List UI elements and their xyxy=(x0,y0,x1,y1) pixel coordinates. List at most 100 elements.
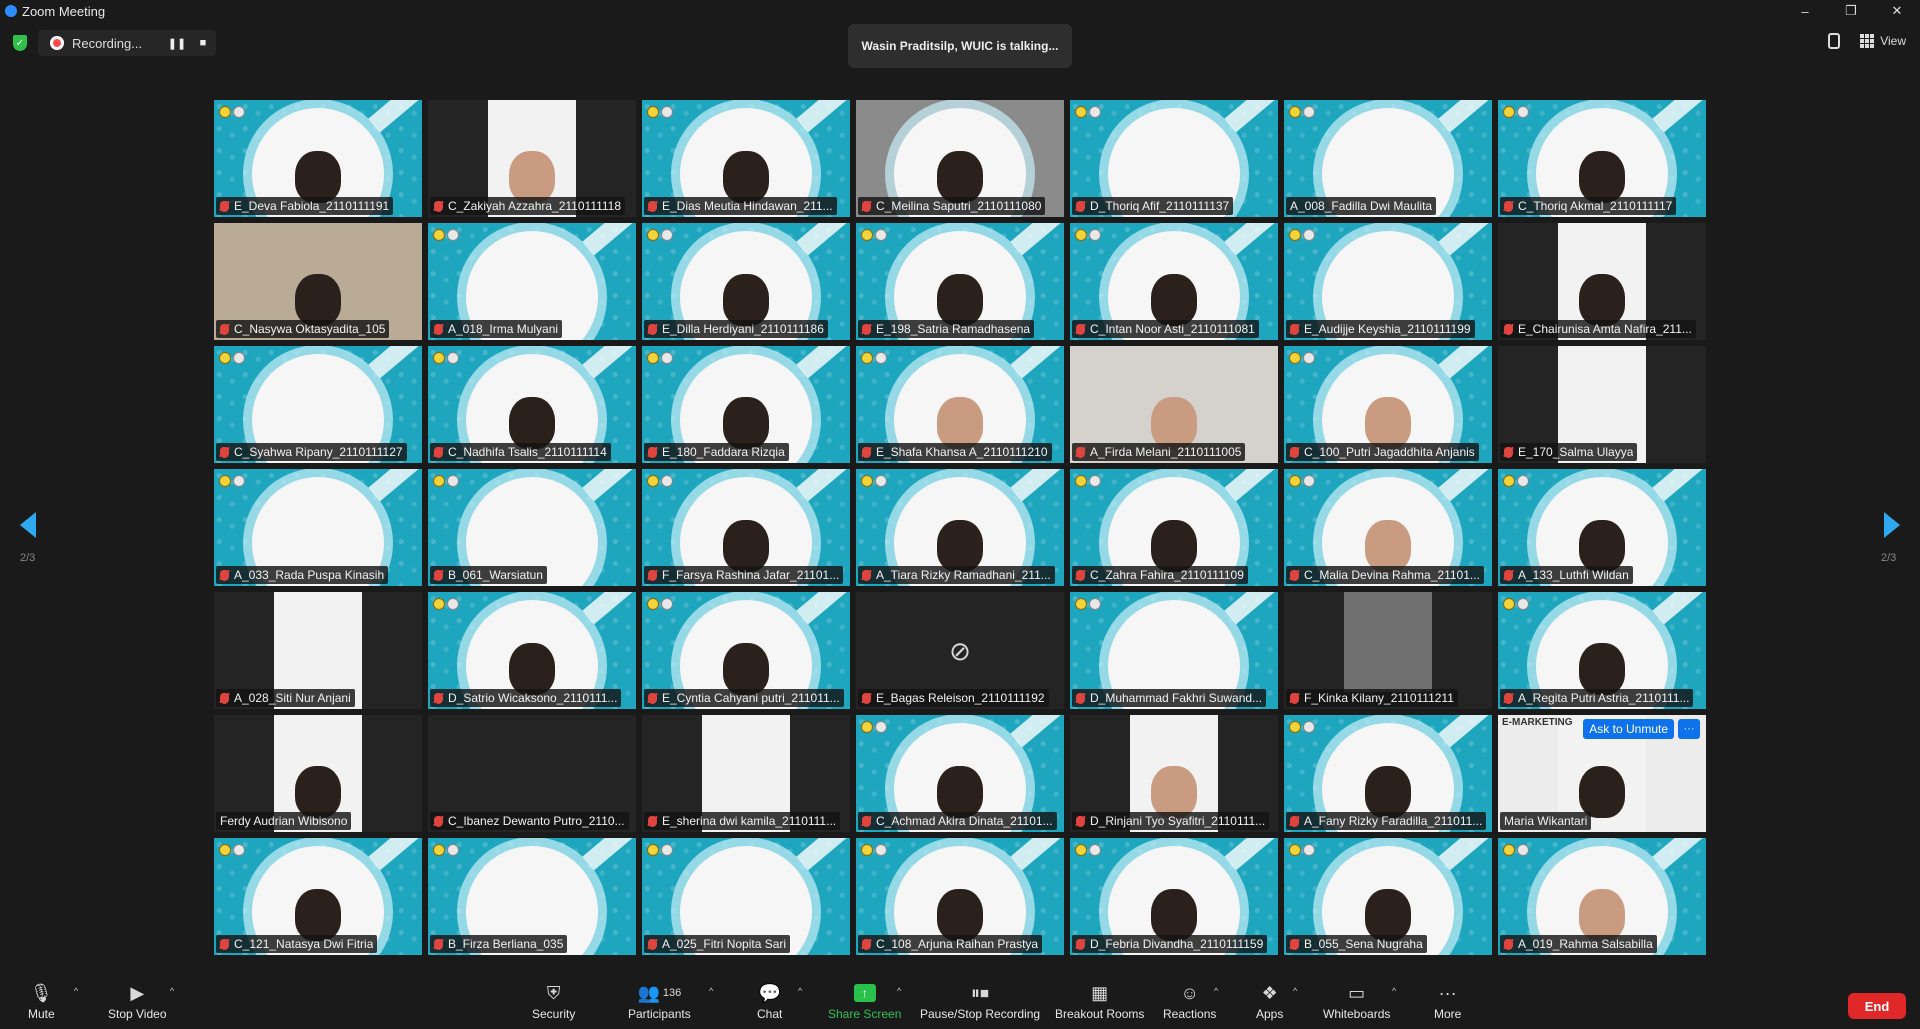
university-logo-icon xyxy=(1289,106,1301,118)
participant-tile[interactable]: A_Fany Rizky Faradilla_211011... xyxy=(1284,715,1492,832)
participant-tile[interactable]: A_018_Irma Mulyani xyxy=(428,223,636,340)
chat-button[interactable]: 💬 Chat xyxy=(757,982,782,1022)
participant-tile[interactable]: C_Thoriq Akmal_2110111117 xyxy=(1498,100,1706,217)
participant-tile[interactable]: D_Rinjani Tyo Syafitri_2110111... xyxy=(1070,715,1278,832)
muted-microphone-icon xyxy=(862,200,871,212)
participant-tile[interactable]: A_028_Siti Nur Anjani xyxy=(214,592,422,709)
participant-tile[interactable]: A_Firda Melani_2110111005 xyxy=(1070,346,1278,463)
participant-tile[interactable]: A_008_Fadilla Dwi Maulita xyxy=(1284,100,1492,217)
previous-page-icon[interactable] xyxy=(20,512,36,538)
participant-tile[interactable]: E_Dias Meutia Hindawan_211... xyxy=(642,100,850,217)
participant-name: E_170_Salma Ulayya xyxy=(1518,445,1634,459)
participant-tile[interactable]: E_180_Faddara Rizqia xyxy=(642,346,850,463)
participant-name-bar: E_Bagas Releison_2110111192 xyxy=(858,689,1049,707)
participant-tile[interactable]: C_Intan Noor Asti_2110111081 xyxy=(1070,223,1278,340)
participant-tile[interactable]: A_Regita Putri Astria_2110111... xyxy=(1498,592,1706,709)
whiteboards-options-chevron-icon[interactable]: ^ xyxy=(1392,986,1396,996)
participant-tile[interactable]: C_100_Putri Jagaddhita Anjanis xyxy=(1284,346,1492,463)
participant-tile[interactable]: B_Firza Berliana_035 xyxy=(428,838,636,955)
participant-tile[interactable]: A_133_Luthfi Wildan xyxy=(1498,469,1706,586)
participant-tile[interactable]: A_033_Rada Puspa Kinasih xyxy=(214,469,422,586)
participant-tile[interactable]: C_Nasywa Oktasyadita_105 xyxy=(214,223,422,340)
participant-tile[interactable]: Ferdy Audrian Wibisono xyxy=(214,715,422,832)
participant-name-bar: A_Tiara Rizky Ramadhani_211... xyxy=(858,566,1055,584)
mute-button[interactable]: 🎙 Mute xyxy=(28,982,55,1022)
participant-tile[interactable]: F_Kinka Kilany_2110111211 xyxy=(1284,592,1492,709)
share-screen-button[interactable]: ↑ Share Screen xyxy=(828,982,901,1021)
tile-more-button[interactable]: ··· xyxy=(1678,719,1700,739)
participant-tile[interactable]: E_170_Salma Ulayya xyxy=(1498,346,1706,463)
video-options-chevron-icon[interactable]: ^ xyxy=(170,986,174,996)
pause-recording-button[interactable]: ❚❚ xyxy=(164,37,190,50)
muted-microphone-icon xyxy=(862,323,871,335)
participant-tile[interactable]: E_Cyntia Cahyani putri_211011... xyxy=(642,592,850,709)
reactions-button[interactable]: ☺ Reactions xyxy=(1163,982,1216,1022)
participant-tile[interactable]: E_Deva Fabiola_2110111191 xyxy=(214,100,422,217)
chat-options-chevron-icon[interactable]: ^ xyxy=(798,986,802,996)
participant-tile[interactable]: E-MARKETING Ask to Unmute ··· Maria Wikanta… xyxy=(1498,715,1706,832)
faculty-logo-icon xyxy=(1303,229,1315,241)
recording-label: Recording... xyxy=(72,35,143,51)
pause-stop-recording-button[interactable]: ⏸⏹ Pause/Stop Recording xyxy=(920,982,1040,1022)
participant-tile[interactable]: A_025_Fitri Nopita Sari xyxy=(642,838,850,955)
stop-recording-button[interactable]: ■ xyxy=(190,37,216,49)
participant-tile[interactable]: B_061_Warsiatun xyxy=(428,469,636,586)
participant-tile[interactable]: D_Thoriq Afif_2110111137 xyxy=(1070,100,1278,217)
close-button[interactable]: ✕ xyxy=(1874,0,1920,22)
participants-options-chevron-icon[interactable]: ^ xyxy=(709,986,713,996)
minimize-button[interactable]: – xyxy=(1782,0,1828,22)
ask-to-unmute-button[interactable]: Ask to Unmute xyxy=(1583,719,1674,739)
participant-tile[interactable]: C_Meilina Saputri_2110111080 xyxy=(856,100,1064,217)
participant-name-bar: A_025_Fitri Nopita Sari xyxy=(644,935,791,953)
restore-button[interactable]: ❐ xyxy=(1828,0,1874,22)
participant-name-bar: C_Ibanez Dewanto Putro_2110... xyxy=(430,812,629,830)
participant-tile[interactable]: C_108_Arjuna Raihan Prastya xyxy=(856,838,1064,955)
participant-tile[interactable]: C_121_Natasya Dwi Fitria xyxy=(214,838,422,955)
participant-tile[interactable]: A_019_Rahma Salsabilla xyxy=(1498,838,1706,955)
share-options-chevron-icon[interactable]: ^ xyxy=(897,986,901,996)
participant-tile[interactable]: E_Dilla Herdiyani_2110111186 xyxy=(642,223,850,340)
participant-tile[interactable]: C_Ibanez Dewanto Putro_2110... xyxy=(428,715,636,832)
participant-tile[interactable]: E_Shafa Khansa A_2110111210 xyxy=(856,346,1064,463)
next-page-icon[interactable] xyxy=(1884,512,1900,538)
faculty-logo-icon xyxy=(1089,106,1101,118)
participant-tile[interactable]: C_Malia Devina Rahma_21101... xyxy=(1284,469,1492,586)
participant-face xyxy=(1151,274,1197,326)
stop-video-button[interactable]: ▶ Stop Video xyxy=(108,982,167,1022)
participant-tile[interactable]: C_Zakiyah Azzahra_2110111118 xyxy=(428,100,636,217)
participant-name-bar: A_Fany Rizky Faradilla_211011... xyxy=(1286,812,1487,830)
view-button[interactable]: View xyxy=(1860,34,1906,48)
participant-tile[interactable]: ⊘ E_Bagas Releison_2110111192 xyxy=(856,592,1064,709)
whiteboards-button[interactable]: ▭ Whiteboards xyxy=(1323,982,1390,1022)
participant-tile[interactable]: C_Syahwa Ripany_2110111127 xyxy=(214,346,422,463)
audio-options-chevron-icon[interactable]: ^ xyxy=(74,986,78,996)
participant-tile[interactable]: E_Audijje Keyshia_2110111199 xyxy=(1284,223,1492,340)
immersive-view-icon[interactable] xyxy=(1828,33,1841,49)
participant-tile[interactable]: C_Zahra Fahira_2110111109 xyxy=(1070,469,1278,586)
participant-tile[interactable]: F_Farsya Rashina Jafar_21101... xyxy=(642,469,850,586)
apps-button[interactable]: ❖ Apps xyxy=(1256,982,1283,1022)
participant-name: C_Zahra Fahira_2110111109 xyxy=(1090,568,1244,582)
participant-tile[interactable]: C_Achmad Akira Dinata_21101... xyxy=(856,715,1064,832)
participant-tile[interactable]: B_055_Sena Nugraha xyxy=(1284,838,1492,955)
security-shield-icon[interactable]: ✓ xyxy=(13,35,27,51)
end-meeting-button[interactable]: End xyxy=(1848,993,1906,1019)
security-button[interactable]: ⛨ Security xyxy=(532,982,575,1022)
breakout-rooms-button[interactable]: ▦ Breakout Rooms xyxy=(1055,982,1144,1022)
participant-name-bar: F_Kinka Kilany_2110111211 xyxy=(1286,689,1458,707)
participant-tile[interactable]: E_Chairunisa Amta Nafira_211... xyxy=(1498,223,1706,340)
participant-tile[interactable]: A_Tiara Rizky Ramadhani_211... xyxy=(856,469,1064,586)
participant-tile[interactable]: D_Muhammad Fakhri Suwand... xyxy=(1070,592,1278,709)
participant-tile[interactable]: D_Satrio Wicaksono_2110111... xyxy=(428,592,636,709)
participant-tile[interactable]: E_sherina dwi kamila_2110111... xyxy=(642,715,850,832)
apps-options-chevron-icon[interactable]: ^ xyxy=(1293,986,1297,996)
reactions-options-chevron-icon[interactable]: ^ xyxy=(1214,986,1218,996)
participants-button[interactable]: 👥 136 Participants xyxy=(628,982,691,1022)
page-indicator-right: 2/3 xyxy=(1881,552,1897,564)
participant-tile[interactable]: C_Nadhifa Tsalis_2110111114 xyxy=(428,346,636,463)
faculty-logo-icon xyxy=(875,352,887,364)
more-button[interactable]: ··· More xyxy=(1434,982,1461,1022)
participant-name: A_019_Rahma Salsabilla xyxy=(1518,937,1653,951)
participant-tile[interactable]: E_198_Satria Ramadhasena xyxy=(856,223,1064,340)
participant-tile[interactable]: D_Febria Divandha_2110111159 xyxy=(1070,838,1278,955)
